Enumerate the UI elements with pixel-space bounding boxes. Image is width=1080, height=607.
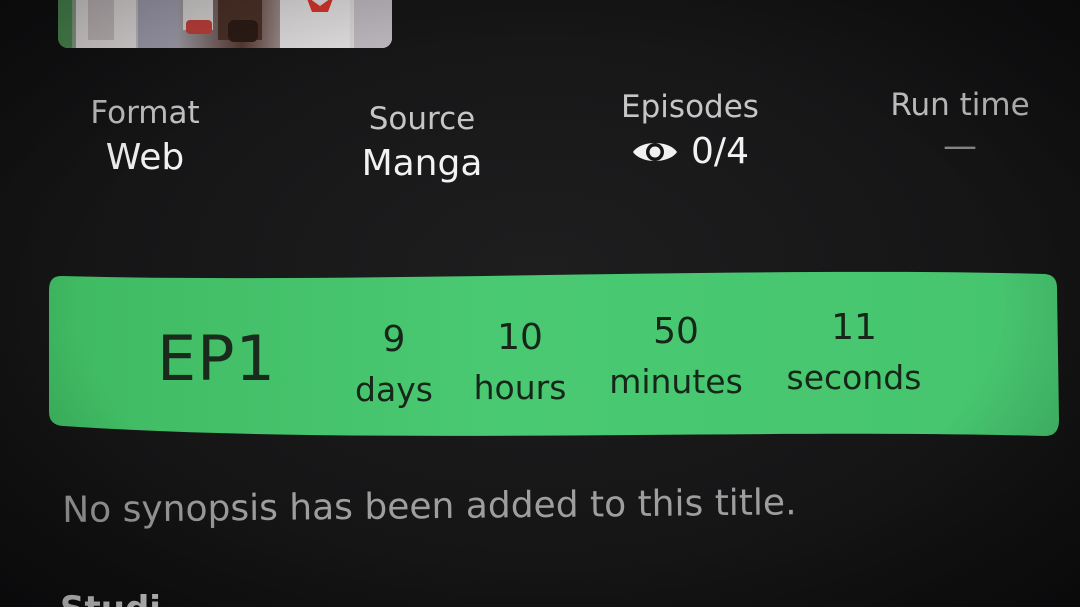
- studios-heading: Studi: [60, 592, 161, 607]
- seconds-label: seconds: [786, 357, 922, 397]
- minutes-value: 50: [653, 311, 699, 352]
- episodes-stat[interactable]: Episodes 0/4: [612, 90, 768, 177]
- anime-details-screen: Format Web Source Manga Episodes 0/4 Run…: [0, 0, 1080, 607]
- episodes-label: Episodes: [621, 89, 759, 125]
- hours-value: 10: [497, 317, 543, 358]
- hours-label: hours: [473, 367, 567, 407]
- run-time-value: —: [943, 126, 977, 167]
- format-value: Web: [105, 137, 185, 179]
- countdown-days: 9 days: [339, 320, 449, 408]
- episodes-value: 0/4: [691, 131, 749, 173]
- synopsis-text: No synopsis has been added to this title…: [62, 482, 797, 531]
- days-label: days: [355, 369, 433, 409]
- eye-icon: [631, 134, 679, 177]
- source-label: Source: [368, 101, 476, 137]
- format-stat: Format Web: [84, 96, 206, 179]
- format-label: Format: [90, 95, 200, 131]
- countdown-seconds: 11 seconds: [779, 308, 929, 396]
- minutes-label: minutes: [609, 361, 743, 401]
- run-time-label: Run time: [890, 87, 1030, 123]
- countdown-minutes: 50 minutes: [603, 312, 749, 400]
- days-value: 9: [382, 319, 406, 360]
- countdown-episode: EP1: [157, 322, 277, 395]
- source-value: Manga: [361, 143, 483, 185]
- next-episode-countdown[interactable]: EP1 9 days 10 hours 50 minutes 11 second…: [47, 270, 1059, 440]
- source-stat: Source Manga: [352, 102, 492, 185]
- cover-image[interactable]: [58, 0, 392, 48]
- episodes-value-row[interactable]: 0/4: [612, 130, 768, 177]
- run-time-stat: Run time —: [880, 88, 1040, 167]
- countdown-hours: 10 hours: [465, 318, 575, 406]
- seconds-value: 11: [831, 307, 877, 348]
